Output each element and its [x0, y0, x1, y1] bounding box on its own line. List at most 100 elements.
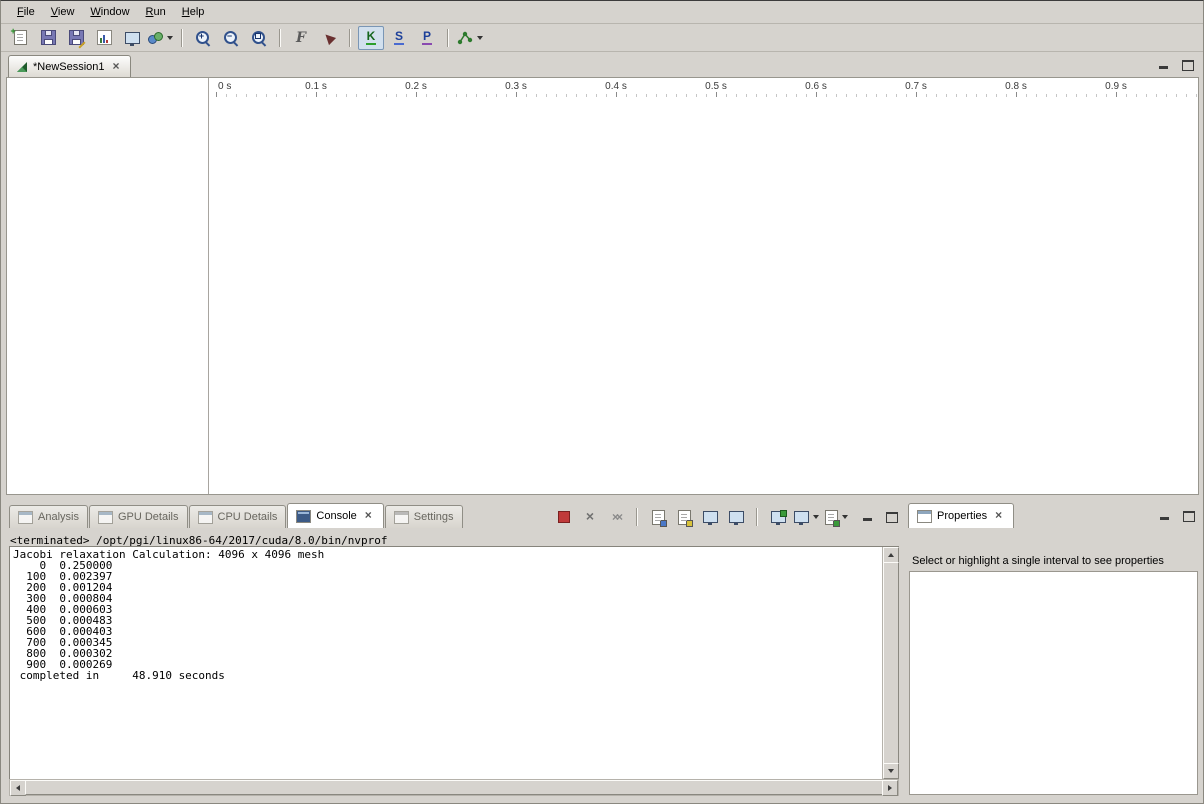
tab-label: Analysis: [38, 511, 79, 523]
analysis-icon: [457, 31, 473, 45]
close-tab-icon[interactable]: [112, 61, 123, 73]
remove-all-launches-icon: [612, 511, 620, 524]
ruler-tick-label: 0.1 s: [305, 81, 327, 92]
console-tab-row: Analysis GPU Details CPU Details Console Set…: [6, 504, 464, 528]
menu-view[interactable]: View: [43, 3, 83, 21]
console-vertical-scrollbar[interactable]: [882, 547, 898, 779]
console-line: 800 0.000302: [13, 648, 880, 659]
ruler-tick-label: 0.6 s: [805, 81, 827, 92]
ruler-tick-label: 0.8 s: [1005, 81, 1027, 92]
console-toolbar: [552, 507, 898, 527]
session-icon: [16, 61, 28, 73]
filter-icon: F: [296, 31, 306, 45]
tab-label: CPU Details: [218, 511, 278, 523]
console-line: 400 0.000603: [13, 604, 880, 615]
app-window: FileViewWindowRunHelp: [0, 0, 1204, 804]
tab-session[interactable]: *NewSession1: [8, 55, 131, 78]
minimize-console-button[interactable]: [862, 512, 874, 522]
terminate-icon: [558, 511, 570, 523]
clear-console-icon: [652, 510, 665, 525]
console-line: 100 0.002397: [13, 571, 880, 582]
remove-all-launches-button[interactable]: [605, 507, 627, 527]
menu-run[interactable]: Run: [138, 3, 174, 21]
new-session-button[interactable]: [7, 26, 33, 50]
minimize-properties-button[interactable]: [1159, 511, 1171, 521]
close-tab-icon[interactable]: [364, 510, 375, 522]
zoom-out-button[interactable]: [218, 26, 244, 50]
menu-help[interactable]: Help: [174, 3, 213, 21]
process-mode-button[interactable]: P: [414, 26, 440, 50]
timeline-tree-pane[interactable]: [7, 78, 208, 494]
remove-launch-icon: [586, 510, 594, 524]
tab-properties[interactable]: Properties: [908, 503, 1014, 528]
zoom-fit-icon: [251, 30, 267, 46]
scrollbar-thumb[interactable]: [25, 780, 883, 795]
console-line: 300 0.000804: [13, 593, 880, 604]
tab-console[interactable]: Console: [287, 503, 383, 528]
tab-settings[interactable]: Settings: [385, 505, 463, 528]
open-console-dropdown[interactable]: [824, 507, 849, 527]
chevron-down-icon: [167, 36, 173, 40]
open-console-icon: [825, 510, 838, 525]
main-toolbar: F K S P: [1, 24, 1203, 52]
run-analysis-dropdown[interactable]: [456, 26, 484, 50]
close-tab-icon[interactable]: [994, 510, 1005, 522]
export-report-button[interactable]: [119, 26, 145, 50]
display-selected-console-dropdown[interactable]: [793, 507, 820, 527]
menu-window[interactable]: Window: [82, 3, 137, 21]
zoom-in-button[interactable]: [190, 26, 216, 50]
reset-view-button[interactable]: [316, 26, 342, 50]
console-text[interactable]: Jacobi relaxation Calculation: 4096 x 40…: [13, 549, 880, 777]
show-stderr-button[interactable]: [725, 507, 747, 527]
save-as-button[interactable]: [63, 26, 89, 50]
properties-content[interactable]: [909, 571, 1198, 795]
timeline-chart-button[interactable]: [91, 26, 117, 50]
toolbar-separator: [181, 29, 183, 47]
menu-file[interactable]: File: [9, 3, 43, 21]
tab-gpu-details[interactable]: GPU Details: [89, 505, 188, 528]
properties-view: Properties Select or highlight a single …: [905, 504, 1200, 797]
toolbar-separator: [279, 29, 281, 47]
properties-tab-row: Properties: [905, 504, 1015, 528]
run-configurations-dropdown[interactable]: [147, 26, 174, 50]
tab-analysis[interactable]: Analysis: [9, 505, 88, 528]
scroll-up-button[interactable]: [883, 547, 899, 563]
menubar: FileViewWindowRunHelp: [1, 1, 1203, 24]
chevron-down-icon: [842, 515, 848, 519]
timeline-canvas[interactable]: [209, 97, 1198, 494]
ruler-tick-label: 0.5 s: [705, 81, 727, 92]
console-output[interactable]: Jacobi relaxation Calculation: 4096 x 40…: [9, 546, 899, 780]
export-icon: [125, 32, 140, 44]
zoom-fit-button[interactable]: [246, 26, 272, 50]
save-button[interactable]: [35, 26, 61, 50]
scrollbar-thumb[interactable]: [883, 562, 899, 764]
tab-cpu-details[interactable]: CPU Details: [189, 505, 287, 528]
scroll-down-button[interactable]: [883, 763, 899, 779]
maximize-properties-button[interactable]: [1183, 511, 1195, 521]
display-selected-console-icon: [794, 511, 809, 523]
maximize-console-button[interactable]: [886, 512, 898, 522]
run-configurations-icon: [148, 32, 163, 44]
toolbar-separator: [349, 29, 351, 47]
chevron-down-icon: [813, 515, 819, 519]
stream-mode-button[interactable]: S: [386, 26, 412, 50]
maximize-editor-button[interactable]: [1182, 60, 1194, 70]
minimize-editor-button[interactable]: [1158, 60, 1170, 70]
editor-content: 0 s0.1 s0.2 s0.3 s0.4 s0.5 s0.6 s0.7 s0.…: [6, 77, 1199, 495]
ruler-tick-label: 0.3 s: [505, 81, 527, 92]
terminate-button[interactable]: [553, 507, 575, 527]
clear-console-button[interactable]: [647, 507, 669, 527]
scroll-lock-button[interactable]: [673, 507, 695, 527]
save-icon: [41, 30, 56, 45]
scroll-right-button[interactable]: [882, 780, 898, 796]
ruler-tick-label: 0 s: [218, 81, 231, 92]
tab-label: Console: [316, 510, 356, 522]
filter-button[interactable]: F: [288, 26, 314, 50]
pin-console-button[interactable]: [767, 507, 789, 527]
console-horizontal-scrollbar[interactable]: [9, 779, 899, 796]
show-stdout-button[interactable]: [699, 507, 721, 527]
kernel-mode-button[interactable]: K: [358, 26, 384, 50]
remove-launch-button[interactable]: [579, 507, 601, 527]
ruler-tick-label: 0.4 s: [605, 81, 627, 92]
scroll-left-button[interactable]: [10, 780, 26, 796]
